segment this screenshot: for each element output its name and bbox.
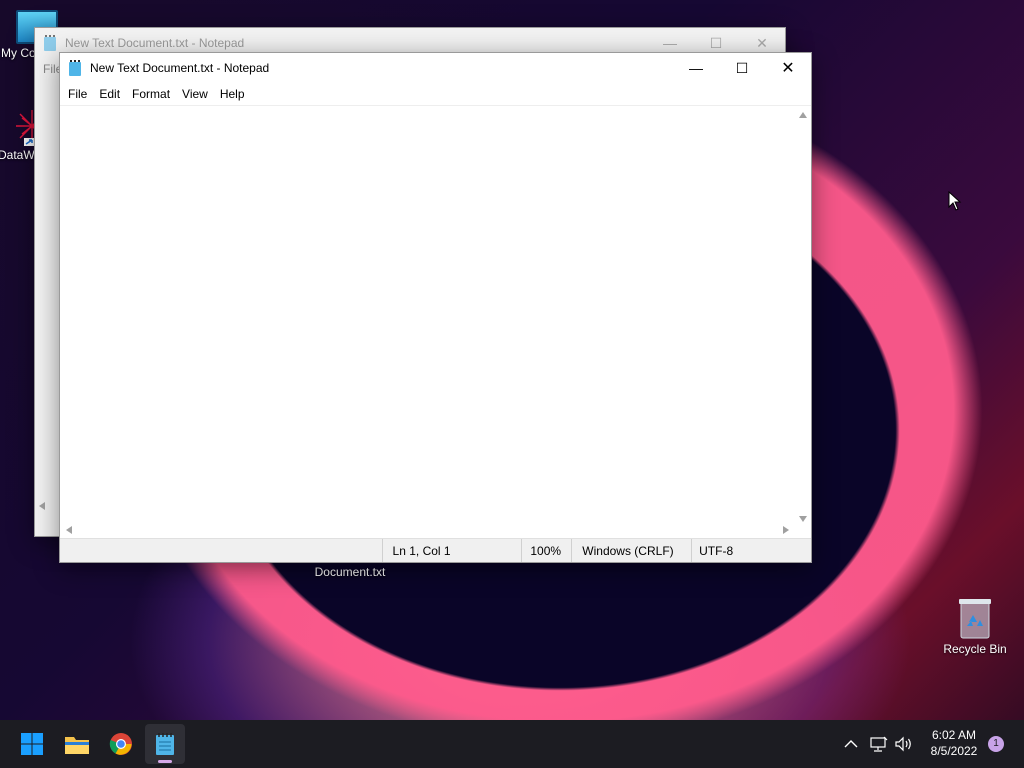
clock-time: 6:02 AM bbox=[931, 728, 977, 742]
zoom-level: 100% bbox=[521, 539, 571, 562]
scroll-down-arrow[interactable] bbox=[799, 516, 807, 522]
menu-file[interactable]: File bbox=[62, 83, 93, 105]
notepad-icon bbox=[43, 35, 57, 51]
clock[interactable]: 6:02 AM 8/5/2022 bbox=[922, 728, 986, 758]
window-title: New Text Document.txt - Notepad bbox=[65, 36, 245, 50]
desktop-icon-label: Recycle Bin bbox=[943, 642, 1007, 656]
desktop-icon-recycle-bin[interactable]: Recycle Bin bbox=[943, 596, 1007, 656]
text-editor[interactable] bbox=[60, 105, 811, 538]
menu-bar: File Edit Format View Help bbox=[60, 83, 811, 105]
encoding: UTF-8 bbox=[691, 539, 811, 562]
menu-edit[interactable]: Edit bbox=[93, 83, 126, 105]
scroll-up-arrow[interactable] bbox=[799, 112, 807, 118]
volume-icon[interactable] bbox=[894, 736, 912, 752]
menu-format[interactable]: Format bbox=[126, 83, 176, 105]
close-button[interactable]: ✕ bbox=[765, 53, 811, 83]
chrome-icon bbox=[109, 733, 132, 755]
recycle-bin-icon bbox=[959, 599, 991, 639]
scroll-left-arrow[interactable] bbox=[66, 526, 72, 534]
notepad-icon bbox=[68, 60, 82, 76]
menu-view[interactable]: View bbox=[176, 83, 214, 105]
notification-badge[interactable]: 1 bbox=[988, 736, 1004, 752]
scroll-left-arrow[interactable] bbox=[39, 502, 45, 510]
notepad-taskbar-button[interactable] bbox=[145, 724, 185, 764]
title-bar[interactable]: New Text Document.txt - Notepad — ☐ ✕ bbox=[60, 53, 811, 83]
editor-content[interactable] bbox=[64, 110, 791, 518]
horizontal-scrollbar[interactable] bbox=[60, 522, 795, 538]
line-ending: Windows (CRLF) bbox=[571, 539, 691, 562]
notification-count: 1 bbox=[993, 738, 999, 749]
window-title: New Text Document.txt - Notepad bbox=[90, 61, 270, 75]
folder-icon bbox=[65, 737, 89, 754]
scroll-right-arrow[interactable] bbox=[783, 526, 789, 534]
desktop-file-label[interactable]: Document.txt bbox=[310, 563, 390, 579]
menu-help[interactable]: Help bbox=[214, 83, 251, 105]
status-bar: Ln 1, Col 1 100% Windows (CRLF) UTF-8 bbox=[60, 538, 811, 562]
file-explorer-button[interactable] bbox=[57, 724, 97, 764]
taskbar: 6:02 AM 8/5/2022 1 bbox=[0, 720, 1024, 768]
notepad-icon bbox=[156, 733, 174, 755]
network-icon[interactable] bbox=[870, 736, 888, 752]
start-button[interactable] bbox=[12, 724, 52, 764]
notepad-window[interactable]: New Text Document.txt - Notepad — ☐ ✕ Fi… bbox=[59, 52, 812, 563]
minimize-button[interactable]: — bbox=[673, 53, 719, 83]
windows-start-icon bbox=[21, 733, 43, 755]
mouse-cursor-icon bbox=[948, 191, 962, 211]
clock-date: 8/5/2022 bbox=[930, 744, 978, 758]
chevron-up-icon[interactable] bbox=[844, 739, 858, 749]
maximize-button[interactable]: ☐ bbox=[719, 53, 765, 83]
cursor-position: Ln 1, Col 1 bbox=[381, 539, 522, 562]
chrome-button[interactable] bbox=[101, 724, 141, 764]
vertical-scrollbar[interactable] bbox=[795, 106, 811, 524]
